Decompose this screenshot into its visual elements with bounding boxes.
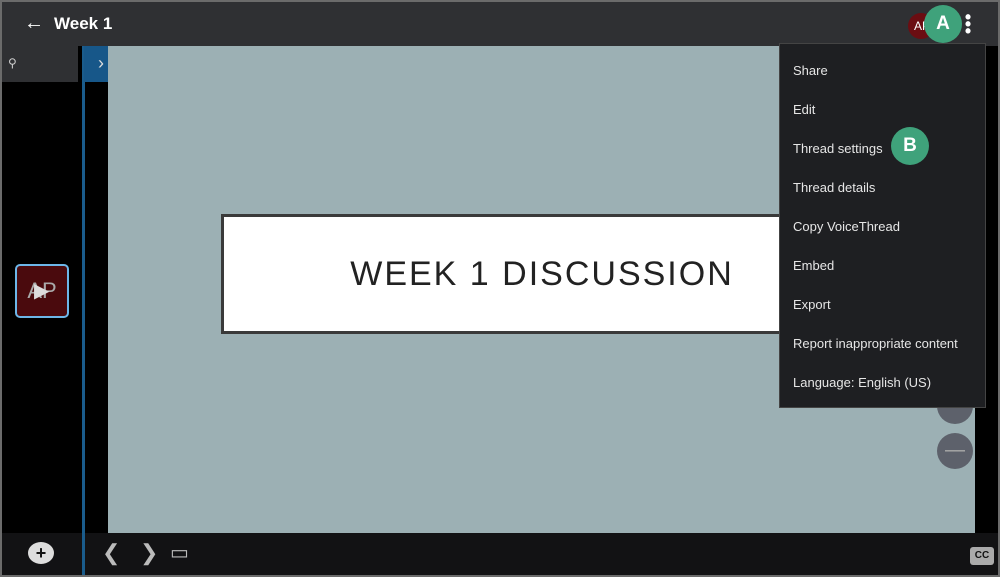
header: ← Week 1 AP • • •: [2, 2, 998, 46]
callout-a: A: [924, 5, 962, 43]
callout-b: B: [891, 127, 929, 165]
menu-item-thread-details[interactable]: Thread details: [780, 168, 985, 207]
menu-item-thread-settings[interactable]: Thread settings: [780, 129, 985, 168]
menu-item-export[interactable]: Export: [780, 285, 985, 324]
more-options-icon[interactable]: • • •: [964, 8, 972, 40]
slide-grid-icon[interactable]: ▭: [170, 540, 189, 565]
next-slide-icon[interactable]: ❯: [140, 540, 158, 566]
options-menu: Share Edit Thread settings Thread detail…: [779, 43, 986, 408]
zoom-out-button[interactable]: —: [937, 433, 973, 469]
minus-icon: —: [945, 439, 965, 461]
menu-item-copy[interactable]: Copy VoiceThread: [780, 207, 985, 246]
search-icon: ⚲: [8, 56, 17, 70]
menu-item-report[interactable]: Report inappropriate content: [780, 324, 985, 363]
closed-captions-button[interactable]: CC: [970, 547, 994, 565]
divider: [82, 533, 85, 575]
chevron-right-icon: ›: [98, 53, 104, 73]
previous-slide-icon[interactable]: ❮: [102, 540, 120, 566]
menu-item-embed[interactable]: Embed: [780, 246, 985, 285]
app-window: ← Week 1 AP • • • ⚲ › AP ▶ WEEK 1 DISCUSSI…: [2, 2, 998, 575]
play-icon: ▶: [34, 280, 50, 302]
comment-thumbnail[interactable]: AP ▶: [15, 264, 69, 318]
menu-item-language[interactable]: Language: English (US): [780, 363, 985, 402]
menu-item-edit[interactable]: Edit: [780, 90, 985, 129]
slide-title: WEEK 1 DISCUSSION: [221, 214, 863, 334]
page-title: Week 1: [54, 14, 113, 33]
back-arrow-icon[interactable]: ←: [24, 12, 44, 35]
menu-item-share[interactable]: Share: [780, 51, 985, 90]
search-button[interactable]: ⚲: [2, 46, 78, 82]
add-comment-icon[interactable]: +: [28, 542, 54, 564]
bottom-toolbar: + ❮ ❯ ▭ CC: [2, 533, 998, 575]
divider: [82, 46, 85, 533]
